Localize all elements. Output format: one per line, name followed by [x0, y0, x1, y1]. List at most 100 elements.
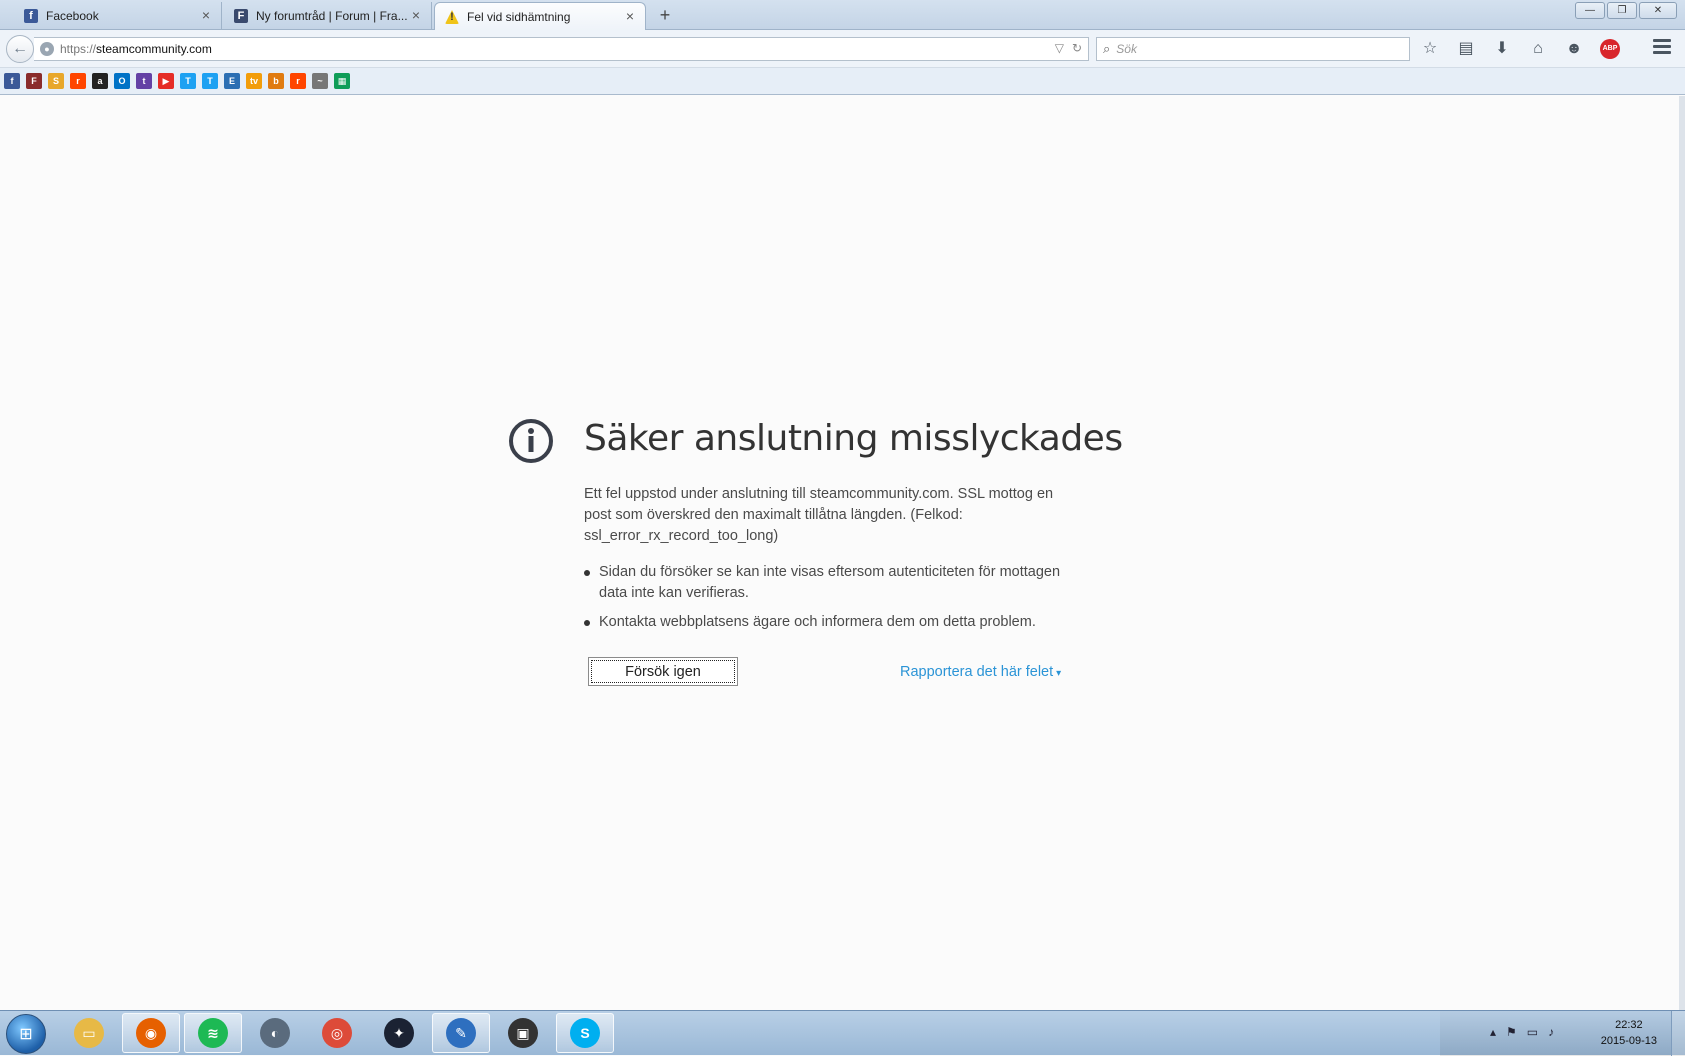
- bookmark-icon[interactable]: b: [268, 73, 284, 89]
- error-page: Säker anslutning misslyckades Ett fel up…: [0, 96, 1685, 1010]
- chat-icon[interactable]: ☻: [1564, 37, 1584, 61]
- amazon-icon[interactable]: a: [92, 73, 108, 89]
- chevron-down-icon: ▾: [1056, 668, 1062, 679]
- tweetdeck-icon-2[interactable]: T: [202, 73, 218, 89]
- nav-bar: ← ● https:// steamcommunity.com ▽ ↻ ⌕ Sö…: [0, 30, 1685, 68]
- home-icon[interactable]: ⌂: [1528, 37, 1548, 61]
- clock-date: 2015-09-13: [1600, 1035, 1657, 1047]
- teamspeak-icon: ◐: [260, 1018, 290, 1048]
- tweetdeck-icon[interactable]: T: [180, 73, 196, 89]
- search-placeholder: Sök: [1116, 42, 1137, 56]
- taskbar-item[interactable]: ◐: [246, 1013, 304, 1053]
- info-icon: [509, 419, 553, 463]
- globe-icon: ●: [40, 42, 54, 56]
- graph-icon[interactable]: ~: [312, 73, 328, 89]
- taskbar-item[interactable]: ◎: [308, 1013, 366, 1053]
- search-bar[interactable]: ⌕ Sök: [1096, 37, 1410, 61]
- error-title: Säker anslutning misslyckades: [584, 418, 1123, 459]
- tray-network-icon[interactable]: ▭: [1527, 1025, 1538, 1039]
- url-bar-actions: ▽ ↻: [1055, 41, 1082, 55]
- tab-error-page[interactable]: ! Fel vid sidhämtning ×: [434, 2, 646, 31]
- el-icon[interactable]: E: [224, 73, 240, 89]
- tray-arrow-icon[interactable]: ▴: [1490, 1025, 1496, 1039]
- clock-time: 22:32: [1615, 1019, 1643, 1031]
- youtube-icon[interactable]: ▶: [158, 73, 174, 89]
- tray-flag-icon[interactable]: ⚑: [1506, 1025, 1517, 1039]
- tray-icons: ▴ ⚑ ▭ ♪: [1490, 1025, 1554, 1039]
- close-tab-icon[interactable]: ×: [409, 8, 423, 22]
- menu-line: [1653, 45, 1671, 48]
- close-tab-icon[interactable]: ×: [199, 8, 213, 22]
- error-bullet: Kontakta webbplatsens ägare och informer…: [584, 612, 1084, 633]
- taskbar-item[interactable]: S: [556, 1013, 614, 1053]
- reddit-icon[interactable]: r: [70, 73, 86, 89]
- game-icon: ✦: [384, 1018, 414, 1048]
- start-button[interactable]: ⊞: [6, 1014, 46, 1054]
- tv-icon[interactable]: tv: [246, 73, 262, 89]
- facebook-icon[interactable]: f: [4, 73, 20, 89]
- bookmarks-list-icon[interactable]: ▤: [1456, 37, 1476, 61]
- tab-label: Facebook: [46, 9, 99, 23]
- steam-icon[interactable]: S: [48, 73, 64, 89]
- menu-line: [1653, 39, 1671, 42]
- skype-icon: S: [570, 1018, 600, 1048]
- window-controls: — ❐ ✕: [1575, 2, 1677, 19]
- forum-icon: F: [234, 9, 248, 23]
- tab-facebook[interactable]: f Facebook ×: [0, 2, 222, 30]
- error-bullets: Sidan du försöker se kan inte visas efte…: [584, 562, 1084, 641]
- search-icon: ⌕: [1103, 41, 1111, 56]
- bookmarks-bar: f F Sr a Ot ▶ T T Etv b r ~ ▦: [0, 68, 1685, 95]
- retry-button-label: Försök igen: [591, 660, 735, 683]
- report-error-label: Rapportera det här felet: [900, 664, 1054, 680]
- media-icon: ▣: [508, 1018, 538, 1048]
- taskbar-item[interactable]: ▣: [494, 1013, 552, 1053]
- facebook-icon: f: [24, 9, 38, 23]
- reddit-icon-2[interactable]: r: [290, 73, 306, 89]
- error-bullet: Sidan du försöker se kan inte visas efte…: [584, 562, 1084, 604]
- downloads-icon[interactable]: ⬇: [1492, 37, 1512, 61]
- tab-label: Ny forumtråd | Forum | Fra...: [256, 9, 408, 23]
- report-error-link[interactable]: Rapportera det här felet ▾: [900, 664, 1061, 680]
- explorer-icon: ▭: [74, 1018, 104, 1048]
- new-tab-button[interactable]: +: [655, 4, 675, 26]
- bookmark-star-icon[interactable]: ☆: [1420, 37, 1440, 61]
- menu-line: [1653, 51, 1671, 54]
- sheets-icon[interactable]: ▦: [334, 73, 350, 89]
- adblock-plus-icon[interactable]: ABP: [1600, 39, 1620, 59]
- close-window-button[interactable]: ✕: [1639, 2, 1677, 19]
- taskbar-item[interactable]: ◉: [122, 1013, 180, 1053]
- clock[interactable]: 22:32 2015-09-13: [1601, 1017, 1657, 1049]
- restore-button[interactable]: ❐: [1607, 2, 1637, 19]
- back-button[interactable]: ←: [6, 35, 34, 63]
- retry-button[interactable]: Försök igen: [588, 657, 738, 686]
- tab-forum[interactable]: F Ny forumtråd | Forum | Fra... ×: [222, 2, 432, 30]
- show-desktop-button[interactable]: [1671, 1011, 1685, 1056]
- url-host: steamcommunity.com: [96, 42, 212, 56]
- forum-icon[interactable]: F: [26, 73, 42, 89]
- hamburger-menu-button[interactable]: [1653, 39, 1671, 57]
- reload-icon[interactable]: ↻: [1072, 41, 1082, 55]
- warning-icon: !: [445, 10, 459, 24]
- url-scheme: https://: [60, 42, 97, 56]
- paint-icon: ✎: [446, 1018, 476, 1048]
- taskbar-item[interactable]: ≋: [184, 1013, 242, 1053]
- toolbar-icons: ☆ ▤ ⬇ ⌂ ☻ ABP: [1420, 37, 1620, 61]
- window-edge: [1679, 96, 1685, 1010]
- firefox-icon: ◉: [136, 1018, 166, 1048]
- minimize-button[interactable]: —: [1575, 2, 1605, 19]
- taskbar-item[interactable]: ✎: [432, 1013, 490, 1053]
- outlook-icon[interactable]: O: [114, 73, 130, 89]
- error-description: Ett fel uppstod under anslutning till st…: [584, 486, 1054, 544]
- close-tab-icon[interactable]: ×: [623, 9, 637, 23]
- twitch-icon[interactable]: t: [136, 73, 152, 89]
- tab-label: Fel vid sidhämtning: [467, 10, 571, 24]
- history-dropdown-icon[interactable]: ▽: [1055, 41, 1064, 55]
- taskbar-item[interactable]: ▭: [60, 1013, 118, 1053]
- spotify-icon: ≋: [198, 1018, 228, 1048]
- url-bar[interactable]: ● https:// steamcommunity.com ▽ ↻: [34, 37, 1089, 61]
- tray-volume-icon[interactable]: ♪: [1548, 1025, 1554, 1039]
- tab-strip: f Facebook × F Ny forumtråd | Forum | Fr…: [0, 0, 1685, 31]
- system-tray: ▴ ⚑ ▭ ♪ 22:32 2015-09-13: [1440, 1011, 1685, 1056]
- chrome-icon: ◎: [322, 1018, 352, 1048]
- taskbar-item[interactable]: ✦: [370, 1013, 428, 1053]
